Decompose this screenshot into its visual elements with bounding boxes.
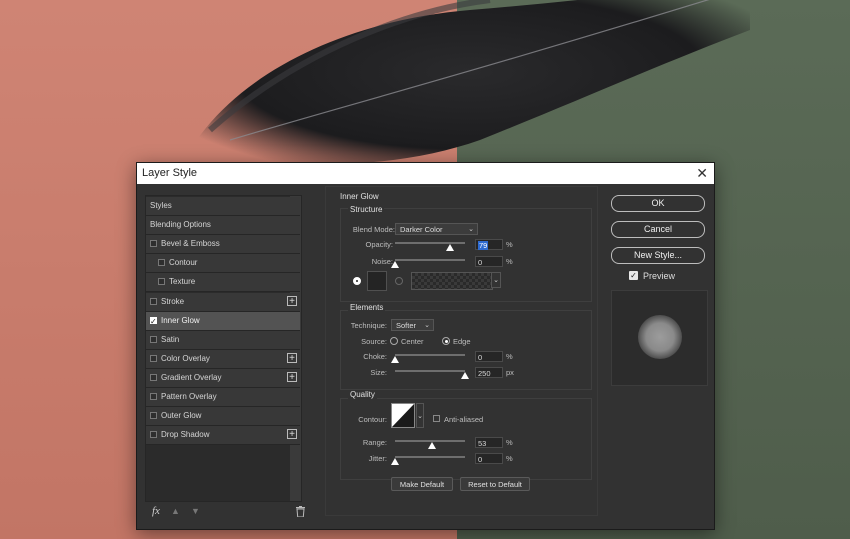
style-item-label: Drop Shadow [161,430,210,440]
styles-list-toolbar: fx ▲ ▼ [145,503,305,523]
style-checkbox[interactable] [150,313,157,331]
layer-style-dialog: Layer Style ✕ Styles Blending Options Beve… [136,162,715,530]
style-item-pattern-overlay[interactable]: Pattern Overlay [146,388,300,407]
close-icon[interactable]: ✕ [696,165,708,182]
inner-glow-frame [325,186,598,516]
add-icon[interactable]: + [287,429,297,440]
preview-checkbox[interactable]: ✓ [629,271,638,280]
add-icon[interactable]: + [287,371,297,382]
arrow-down-icon[interactable]: ▼ [191,506,200,516]
style-item-stroke[interactable]: Stroke + [146,292,300,312]
style-checkbox[interactable] [158,278,165,286]
feather-image [190,0,750,165]
add-icon[interactable]: + [287,352,297,363]
style-item-styles[interactable]: Styles [146,197,300,216]
dialog-title: Layer Style [142,167,198,179]
style-checkbox[interactable] [150,393,157,400]
preview-glow-swatch [638,315,682,359]
style-checkbox[interactable] [150,354,157,362]
style-item-label: Bevel & Emboss [161,239,220,249]
style-item-inner-glow[interactable]: Inner Glow [146,311,300,331]
add-icon[interactable]: + [287,295,297,306]
style-checkbox[interactable] [150,335,157,343]
style-item-outer-glow[interactable]: Outer Glow [146,407,300,427]
style-item-drop-shadow[interactable]: Drop Shadow + [146,426,300,446]
style-checkbox[interactable] [150,412,157,420]
style-item-contour[interactable]: Contour [146,254,300,274]
style-item-label: Gradient Overlay [161,372,222,382]
dialog-titlebar: Layer Style ✕ [137,163,714,184]
style-item-label: Stroke [161,296,185,306]
new-style-button[interactable]: New Style... [611,247,705,264]
style-item-label: Pattern Overlay [161,392,217,401]
styles-list: Styles Blending Options Bevel & Emboss Cont… [145,195,302,502]
ok-button[interactable]: OK [611,195,705,212]
style-item-label: Color Overlay [161,353,210,363]
style-item-label: Texture [169,277,196,287]
style-item-texture[interactable]: Texture [146,273,300,293]
style-item-label: Satin [161,334,180,344]
style-checkbox[interactable] [150,297,157,305]
style-item-label: Contour [169,258,198,268]
style-item-satin[interactable]: Satin [146,330,300,350]
style-item-label: Styles [150,201,172,210]
preview-label: Preview [643,271,676,281]
style-checkbox[interactable] [150,431,157,439]
style-item-color-overlay[interactable]: Color Overlay + [146,349,300,369]
inner-glow-panel: Inner Glow Structure Blend Mode: Darker … [323,186,598,520]
style-checkbox[interactable] [150,373,157,381]
style-checkbox[interactable] [158,259,165,267]
style-item-blending-options[interactable]: Blending Options [146,216,300,236]
arrow-up-icon[interactable]: ▲ [171,506,180,516]
style-item-gradient-overlay[interactable]: Gradient Overlay + [146,368,300,388]
style-item-label: Outer Glow [161,411,202,421]
style-checkbox[interactable] [150,240,157,248]
cancel-button[interactable]: Cancel [611,221,705,238]
fx-button[interactable]: fx [152,505,160,517]
style-item-label: Blending Options [150,220,211,230]
trash-icon[interactable] [296,506,305,517]
style-item-label: Inner Glow [161,315,200,325]
style-item-bevel-emboss[interactable]: Bevel & Emboss [146,235,300,255]
style-preview [611,290,708,386]
